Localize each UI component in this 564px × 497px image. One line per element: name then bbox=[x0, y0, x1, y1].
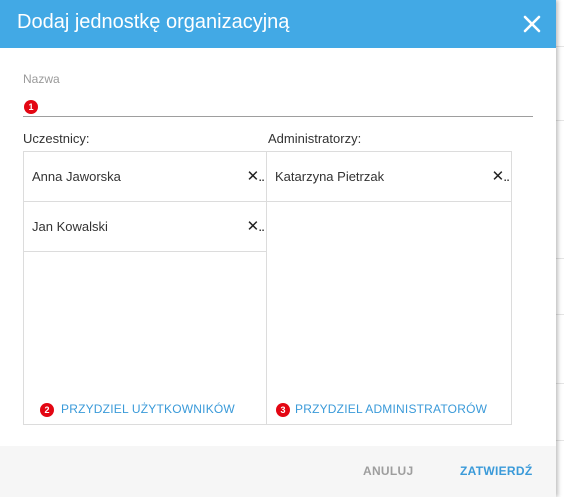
background-divider bbox=[556, 46, 564, 47]
step-badge-2: 2 bbox=[40, 403, 54, 417]
background-divider bbox=[556, 120, 564, 121]
close-icon bbox=[523, 15, 541, 33]
name-input[interactable] bbox=[23, 98, 533, 117]
background-divider bbox=[556, 314, 564, 315]
dialog-title: Dodaj jednostkę organizacyjną bbox=[17, 11, 290, 33]
add-org-unit-dialog: Dodaj jednostkę organizacyjną Nazwa 1 Uc… bbox=[0, 0, 556, 497]
background-divider bbox=[556, 440, 564, 441]
cancel-button[interactable]: ANULUJ bbox=[363, 464, 413, 478]
participants-label: Uczestnicy: bbox=[23, 131, 90, 146]
assign-administrators-link[interactable]: PRZYDZIEL ADMINISTRATORÓW bbox=[295, 402, 487, 416]
administrator-name: Katarzyna Pietrzak bbox=[275, 169, 385, 184]
remove-icon: ✕ bbox=[491, 168, 505, 185]
administrator-row: Katarzyna Pietrzak ✕.. bbox=[267, 152, 511, 202]
assign-users-link[interactable]: PRZYDZIEL UŻYTKOWNIKÓW bbox=[61, 402, 235, 416]
remove-icon: ✕ bbox=[246, 168, 260, 185]
dialog-footer: ANULUJ ZATWIERDŹ bbox=[0, 446, 556, 497]
background-divider bbox=[556, 383, 564, 384]
close-button[interactable] bbox=[518, 10, 546, 38]
participant-row: Jan Kowalski ✕.. bbox=[24, 202, 266, 252]
participant-name: Anna Jaworska bbox=[32, 169, 121, 184]
administrators-panel: Katarzyna Pietrzak ✕.. 3 PRZYDZIEL ADMIN… bbox=[267, 151, 512, 425]
confirm-button[interactable]: ZATWIERDŹ bbox=[460, 464, 532, 478]
remove-administrator-button[interactable]: ✕.. bbox=[491, 167, 510, 185]
dialog-header: Dodaj jednostkę organizacyjną bbox=[0, 0, 556, 48]
administrators-label: Administratorzy: bbox=[268, 131, 362, 146]
remove-participant-button[interactable]: ✕.. bbox=[246, 217, 265, 235]
remove-participant-button[interactable]: ✕.. bbox=[246, 167, 265, 185]
name-field-label: Nazwa bbox=[23, 72, 60, 86]
participant-row: Anna Jaworska ✕.. bbox=[24, 152, 266, 202]
participants-panel: Anna Jaworska ✕.. Jan Kowalski ✕.. 2 PRZ… bbox=[23, 151, 267, 425]
background-divider bbox=[556, 258, 564, 259]
remove-icon: ✕ bbox=[246, 218, 260, 235]
step-badge-3: 3 bbox=[276, 403, 290, 417]
participant-name: Jan Kowalski bbox=[32, 219, 108, 234]
